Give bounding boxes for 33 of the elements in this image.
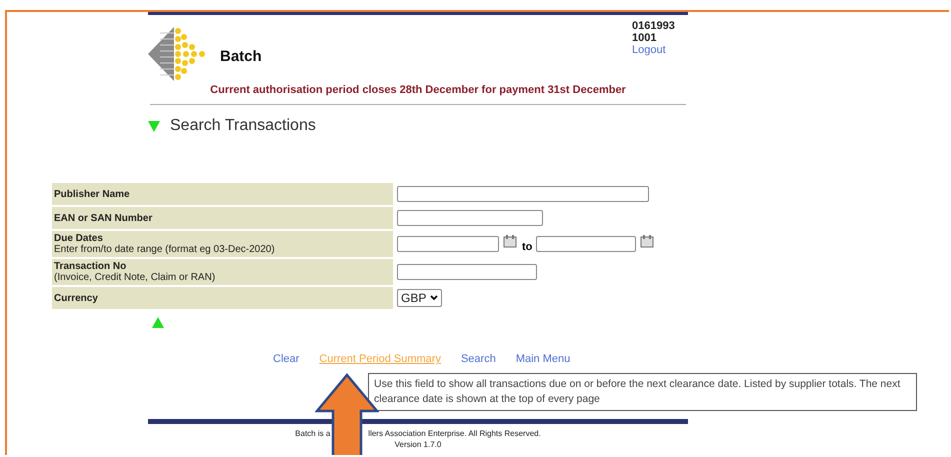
account-code: 0161993 bbox=[632, 20, 676, 32]
version-text: Version 1.7.0 bbox=[394, 440, 442, 449]
field-label: Transaction No bbox=[54, 261, 128, 272]
input-field[interactable] bbox=[397, 264, 537, 280]
calendar-icon[interactable] bbox=[503, 234, 518, 248]
input-field[interactable] bbox=[397, 236, 499, 252]
section-title: Search Transactions bbox=[170, 117, 316, 135]
user-id: 1001 bbox=[632, 32, 658, 44]
logout-link[interactable]: Logout bbox=[632, 44, 682, 56]
input-field[interactable] bbox=[536, 236, 636, 252]
copyright-text: Batch is a bbox=[295, 429, 330, 438]
field-hint: Enter from/to date range (format eg 03-Dec-2020) bbox=[54, 244, 276, 255]
nav-link[interactable]: Search bbox=[460, 353, 496, 365]
field-label: EAN or SAN Number bbox=[54, 212, 154, 224]
field-label: Due Dates bbox=[54, 233, 104, 244]
notice-text: Current authorisation period closes 28th December for payment 31st December bbox=[209, 83, 627, 96]
date-range-separator: to bbox=[522, 241, 532, 253]
chevron-icon bbox=[430, 295, 438, 301]
currency-select[interactable]: GBP bbox=[397, 289, 442, 307]
field-label: Publisher Name bbox=[54, 188, 131, 200]
logo-icon bbox=[148, 25, 208, 83]
tooltip: Use this field to show all transactions due on or before the next clearance date. Listed by supplier totals. The next clearance date is shown at the top of every page bbox=[368, 373, 917, 411]
app-title: Batch bbox=[220, 48, 262, 65]
expand-triangle-icon[interactable] bbox=[148, 120, 160, 132]
input-field[interactable] bbox=[397, 210, 543, 226]
calendar-icon[interactable] bbox=[640, 234, 656, 248]
copyright-text: llers Association Enterprise. All Rights Reserved. bbox=[368, 429, 541, 438]
field-hint: (Invoice, Credit Note, Claim or RAN) bbox=[54, 272, 216, 283]
nav-link[interactable]: Main Menu bbox=[516, 353, 570, 365]
collapse-triangle-icon[interactable] bbox=[152, 317, 164, 328]
nav-link[interactable]: Clear bbox=[273, 353, 300, 365]
input-field[interactable] bbox=[397, 186, 649, 202]
field-label: Currency bbox=[54, 292, 99, 304]
